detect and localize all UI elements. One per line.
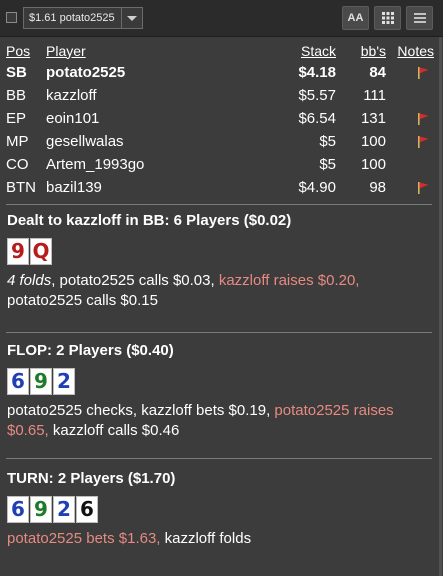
hand-selector-dropdown[interactable]: $1.61 potato2525 <box>23 7 143 29</box>
flop-title: FLOP: 2 Players ($0.40) <box>7 342 174 359</box>
playing-card: 9 <box>30 496 52 523</box>
turn-actions: potato2525 bets $1.63, kazzloff folds <box>7 529 435 549</box>
flop-actions: potato2525 checks, kazzloff bets $0.19, … <box>7 401 435 441</box>
player-name: gesellwalas <box>46 133 124 150</box>
player-row[interactable]: EP eoin101 $6.54 131 <box>6 107 434 130</box>
player-notes[interactable] <box>386 130 434 153</box>
player-stack: $5.57 <box>298 87 336 104</box>
divider <box>6 332 432 333</box>
grid-view-button[interactable] <box>374 6 401 30</box>
player-notes[interactable] <box>386 153 434 176</box>
player-row[interactable]: BTN bazil139 $4.90 98 <box>6 176 434 199</box>
player-notes[interactable] <box>386 107 434 130</box>
scrollbar-track[interactable] <box>439 37 442 576</box>
player-position: SB <box>6 64 27 81</box>
playing-card: 2 <box>53 368 75 395</box>
player-name: potato2525 <box>46 64 126 81</box>
playing-card: 9 <box>30 368 52 395</box>
col-header-pos[interactable]: Pos <box>6 40 46 61</box>
player-position: MP <box>6 133 29 150</box>
hand-selector-value: $1.61 potato2525 <box>29 12 115 24</box>
preflop-section: Dealt to kazzloff in BB: 6 Players ($0.0… <box>7 212 435 311</box>
text-size-button[interactable]: AA <box>342 6 369 30</box>
player-notes[interactable] <box>386 61 434 84</box>
player-position: EP <box>6 110 27 127</box>
turn-action-2: kazzloff folds <box>160 530 252 547</box>
player-row[interactable]: SB potato2525 $4.18 84 <box>6 61 434 84</box>
turn-title: TURN: 2 Players ($1.70) <box>7 470 176 487</box>
player-name: kazzloff <box>46 87 97 104</box>
player-bbs: 100 <box>360 133 386 150</box>
player-name: eoin101 <box>46 110 100 127</box>
preflop-raise: kazzloff raises $0.20, <box>218 272 360 289</box>
playing-card: 6 <box>76 496 98 523</box>
hole-cards: 9Q <box>7 238 435 265</box>
playing-card: 9 <box>7 238 29 265</box>
chevron-down-icon[interactable] <box>121 8 142 28</box>
flop-cards: 692 <box>7 368 435 395</box>
player-bbs: 98 <box>369 179 386 196</box>
player-stack: $5 <box>319 133 336 150</box>
preflop-title: Dealt to kazzloff in BB: 6 Players ($0.0… <box>7 212 292 229</box>
divider <box>6 204 432 205</box>
toolbar: $1.61 potato2525 AA <box>0 0 443 37</box>
player-stack: $4.18 <box>298 64 336 81</box>
playing-card: Q <box>30 238 52 265</box>
player-position: CO <box>6 156 29 173</box>
col-header-player[interactable]: Player <box>46 40 256 61</box>
preflop-action-1: , potato2525 calls $0.03, <box>51 272 219 289</box>
player-row[interactable]: CO Artem_1993go $5 100 <box>6 153 434 176</box>
player-position: BTN <box>6 179 36 196</box>
select-hand-checkbox[interactable] <box>6 12 17 23</box>
turn-section: TURN: 2 Players ($1.70) 6926 potato2525 … <box>7 470 435 549</box>
player-row[interactable]: MP gesellwalas $5 100 <box>6 130 434 153</box>
playing-card: 6 <box>7 496 29 523</box>
text-size-label: AA <box>347 12 364 24</box>
player-stack: $6.54 <box>298 110 336 127</box>
preflop-actions: 4 folds, potato2525 calls $0.03, kazzlof… <box>7 271 435 311</box>
flop-action-3: kazzloff calls $0.46 <box>48 422 180 439</box>
turn-bet: potato2525 bets $1.63, <box>7 530 161 547</box>
col-header-notes[interactable]: Notes <box>386 40 434 61</box>
divider <box>6 458 432 459</box>
flag-icon[interactable] <box>416 135 430 149</box>
menu-button[interactable] <box>406 6 433 30</box>
player-notes[interactable] <box>386 176 434 199</box>
players-table-header: Pos Player Stack bb's Notes <box>6 40 434 61</box>
player-bbs: 111 <box>363 87 386 104</box>
player-bbs: 131 <box>360 110 386 127</box>
menu-icon <box>413 13 426 23</box>
col-header-stack[interactable]: Stack <box>256 40 336 61</box>
player-notes[interactable] <box>386 84 434 107</box>
preflop-folds: 4 folds <box>7 272 52 289</box>
player-position: BB <box>6 87 27 104</box>
player-name: Artem_1993go <box>46 156 145 173</box>
flop-section: FLOP: 2 Players ($0.40) 692 potato2525 c… <box>7 342 435 441</box>
flag-icon[interactable] <box>416 181 430 195</box>
playing-card: 2 <box>53 496 75 523</box>
grid-icon <box>381 12 394 24</box>
player-stack: $4.90 <box>298 179 336 196</box>
player-bbs: 100 <box>360 156 386 173</box>
player-row[interactable]: BB kazzloff $5.57 111 <box>6 84 434 107</box>
turn-cards: 6926 <box>7 496 435 523</box>
preflop-action-3: potato2525 calls $0.15 <box>7 292 158 309</box>
player-stack: $5 <box>319 156 336 173</box>
playing-card: 6 <box>7 368 29 395</box>
player-name: bazil139 <box>46 179 102 196</box>
players-table: Pos Player Stack bb's Notes SB potato2525… <box>6 40 434 199</box>
flop-action-1: potato2525 checks, kazzloff bets $0.19, <box>7 402 275 419</box>
flag-icon[interactable] <box>416 66 430 80</box>
col-header-bbs[interactable]: bb's <box>336 40 386 61</box>
player-rows: SB potato2525 $4.18 84 BB kazzloff $5.57 111 EP e… <box>6 61 434 199</box>
player-bbs: 84 <box>369 64 386 81</box>
flag-icon[interactable] <box>416 112 430 126</box>
